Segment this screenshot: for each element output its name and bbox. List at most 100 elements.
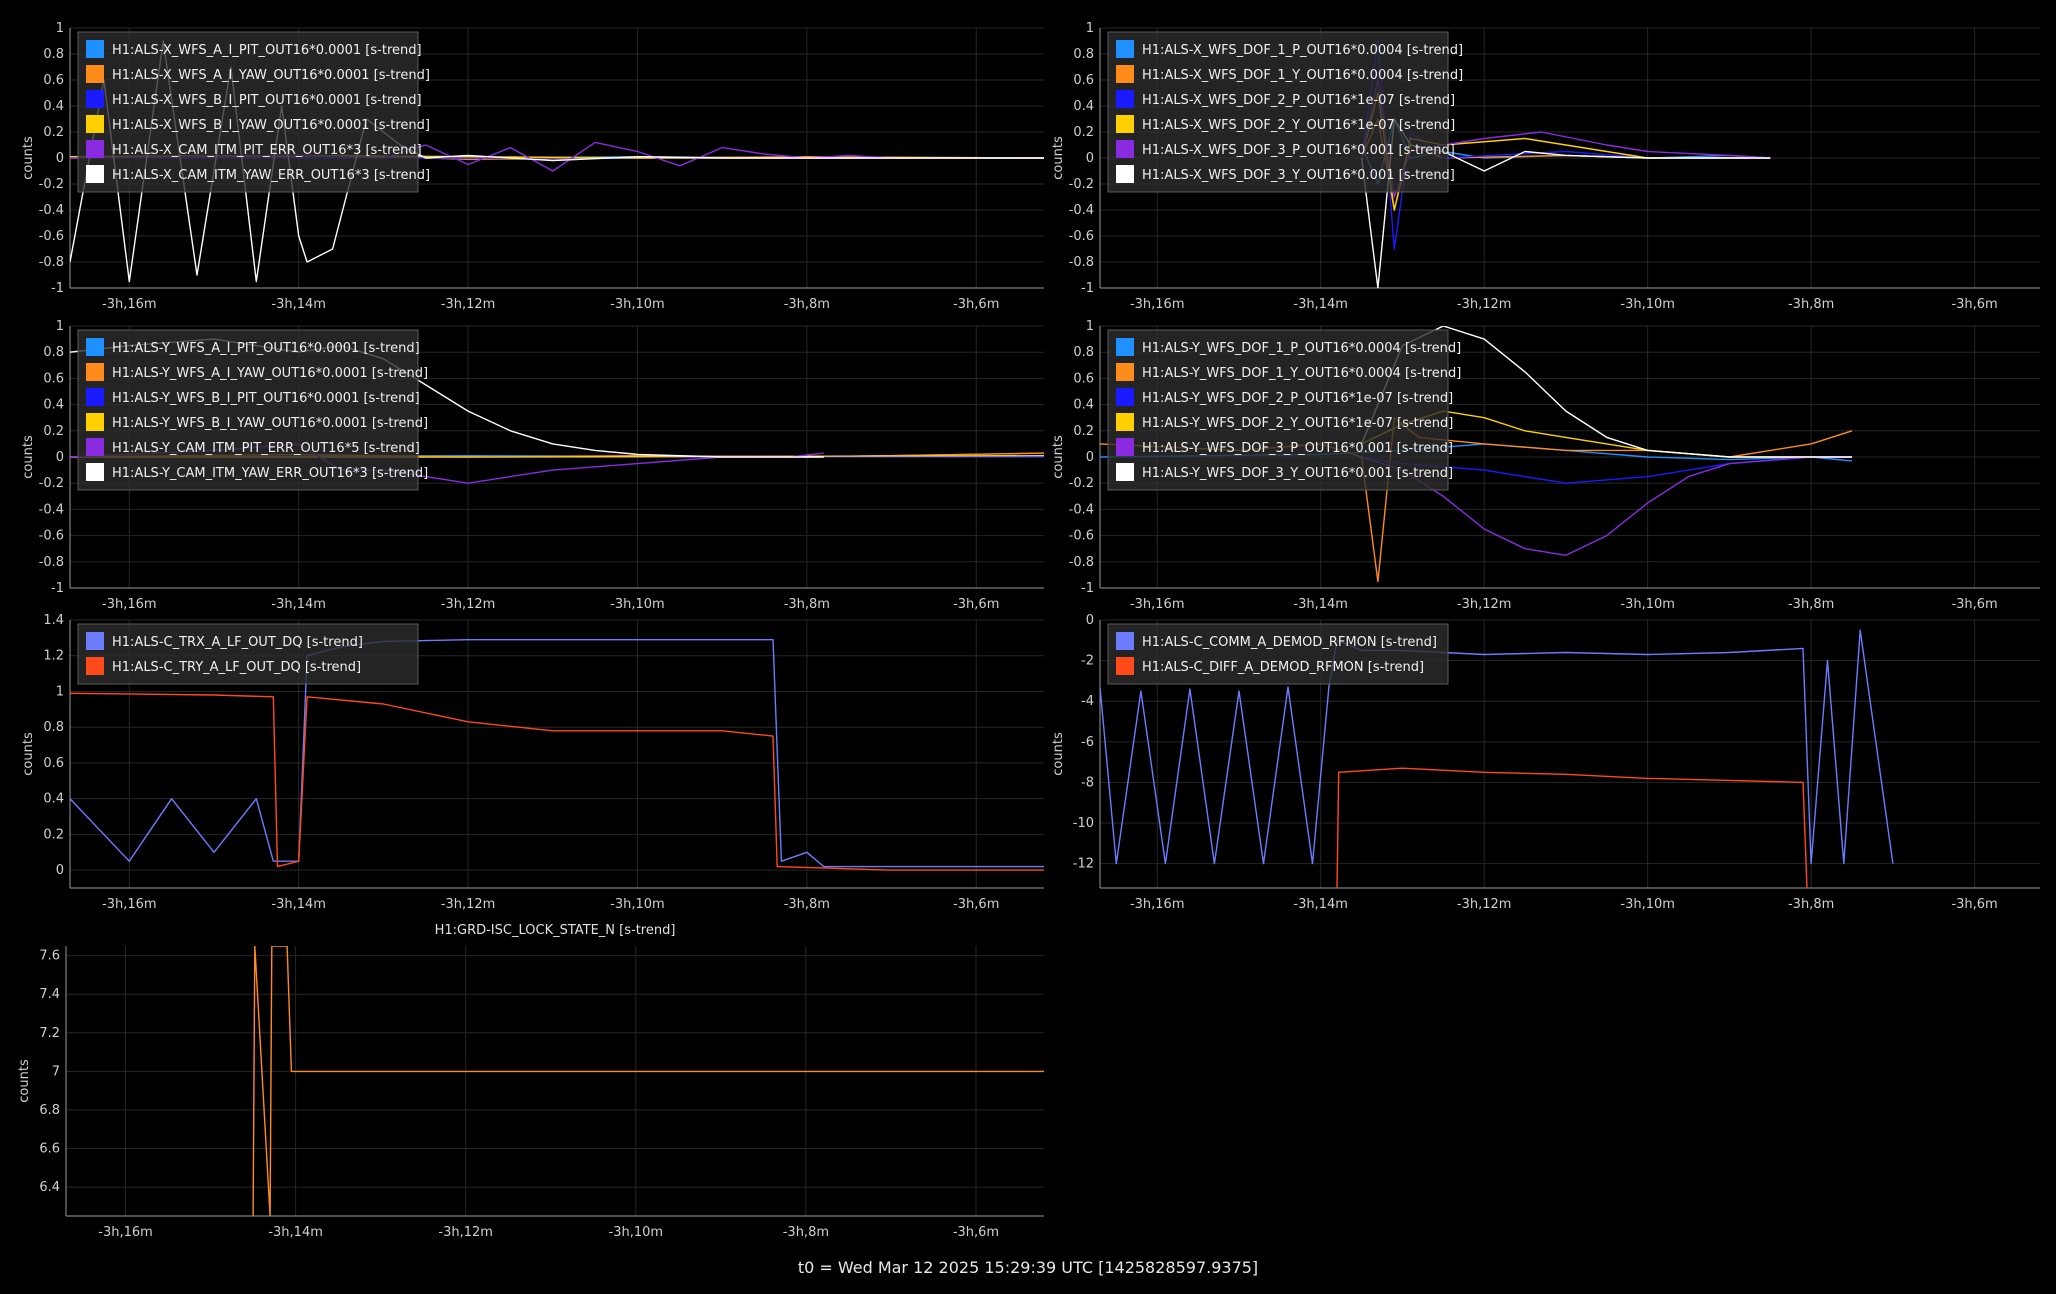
y-tick-label: 0 xyxy=(56,450,64,465)
legend-swatch xyxy=(86,363,104,381)
ndscope-plots: -3h,16m -3h,14m -3h,12m -3h,10m -3h,8m -3h,6m… xyxy=(17,21,2040,1240)
y-tick-label: -0.6 xyxy=(39,229,64,244)
legend-swatch xyxy=(1116,363,1134,381)
x-tick-label: -3h,6m xyxy=(1951,897,1997,912)
legend-swatch xyxy=(86,413,104,431)
x-tick-label: -3h,6m xyxy=(1951,597,1997,612)
x-tick-label: -3h,8m xyxy=(1788,297,1834,312)
plot-p1: -3h,16m -3h,14m -3h,12m -3h,10m -3h,8m -3h,6m… xyxy=(21,21,1044,312)
x-tick-label: -3h,16m xyxy=(98,1225,153,1240)
y-tick-label: -0.6 xyxy=(1069,529,1094,544)
y-tick-label: 0.4 xyxy=(1073,99,1094,114)
legend-swatch xyxy=(1116,438,1134,456)
y-tick-label: 0.2 xyxy=(1073,125,1094,140)
y-tick-label: -12 xyxy=(1073,857,1094,872)
y-tick-label: 0 xyxy=(1086,151,1094,166)
y-tick-label: 7 xyxy=(52,1064,60,1079)
x-tick-label: -3h,8m xyxy=(784,897,830,912)
y-tick-label: -2 xyxy=(1081,654,1094,669)
legend-label: H1:ALS-Y_WFS_A_I_PIT_OUT16*0.0001 [s-tre… xyxy=(112,341,420,356)
y-tick-label: -1 xyxy=(51,581,64,596)
legend: H1:ALS-X_WFS_DOF_1_P_OUT16*0.0004 [s-tre… xyxy=(1107,31,1463,193)
legend-swatch xyxy=(1116,165,1134,183)
y-tick-label: 0.8 xyxy=(1073,47,1094,62)
y-tick-label: 0.6 xyxy=(1073,371,1094,386)
y-tick-label: -0.4 xyxy=(1069,502,1094,517)
t0-timestamp: t0 = Wed Mar 12 2025 15:29:39 UTC [14258… xyxy=(797,1258,1259,1277)
y-tick-label: -0.8 xyxy=(39,255,64,270)
y-tick-label: 0.4 xyxy=(43,398,64,413)
legend-label: H1:ALS-X_WFS_DOF_3_Y_OUT16*0.001 [s-tren… xyxy=(1142,168,1455,183)
y-tick-label: -6 xyxy=(1081,735,1094,750)
legend-label: H1:ALS-Y_CAM_ITM_YAW_ERR_OUT16*3 [s-tren… xyxy=(112,466,428,481)
x-tick-label: -3h,10m xyxy=(610,897,665,912)
x-tick-label: -3h,6m xyxy=(953,297,999,312)
y-axis-label: counts xyxy=(1051,732,1066,776)
legend-box xyxy=(1107,623,1449,685)
y-axis-label: counts xyxy=(21,732,36,776)
legend-label: H1:ALS-C_COMM_A_DEMOD_RFMON [s-trend] xyxy=(1142,635,1437,650)
plot-p5: -3h,16m -3h,14m -3h,12m -3h,10m -3h,8m -3h,6m… xyxy=(21,613,1044,912)
legend-box xyxy=(77,623,419,685)
legend-label: H1:ALS-X_CAM_ITM_YAW_ERR_OUT16*3 [s-tren… xyxy=(112,168,430,183)
x-tick-label: -3h,12m xyxy=(1457,297,1512,312)
legend-swatch xyxy=(86,632,104,650)
y-tick-label: -0.4 xyxy=(39,203,64,218)
x-tick-label: -3h,6m xyxy=(953,1225,999,1240)
legend-label: H1:ALS-C_TRY_A_LF_OUT_DQ [s-trend] xyxy=(112,660,361,675)
x-tick-label: -3h,16m xyxy=(102,597,157,612)
x-tick-label: -3h,16m xyxy=(1130,597,1185,612)
x-tick-label: -3h,10m xyxy=(1620,297,1675,312)
legend-swatch xyxy=(86,165,104,183)
x-tick-label: -3h,8m xyxy=(783,1225,829,1240)
y-tick-label: 7.2 xyxy=(39,1026,60,1041)
legend-label: H1:ALS-X_WFS_DOF_1_P_OUT16*0.0004 [s-tre… xyxy=(1142,43,1463,58)
legend-swatch xyxy=(86,388,104,406)
plot-p3: -3h,16m -3h,14m -3h,12m -3h,10m -3h,8m -3h,6m… xyxy=(21,319,1044,612)
legend-label: H1:ALS-Y_WFS_DOF_3_P_OUT16*0.001 [s-tren… xyxy=(1142,441,1453,456)
x-tick-label: -3h,6m xyxy=(953,897,999,912)
legend-swatch xyxy=(1116,463,1134,481)
x-tick-label: -3h,12m xyxy=(441,297,496,312)
legend-label: H1:ALS-Y_WFS_DOF_3_Y_OUT16*0.001 [s-tren… xyxy=(1142,466,1453,481)
x-tick-label: -3h,8m xyxy=(784,597,830,612)
y-tick-label: -0.8 xyxy=(39,555,64,570)
y-axis-label: counts xyxy=(17,1059,32,1103)
x-tick-label: -3h,12m xyxy=(438,1225,493,1240)
legend-label: H1:ALS-Y_WFS_DOF_2_Y_OUT16*1e-07 [s-tren… xyxy=(1142,416,1453,431)
y-tick-label: -4 xyxy=(1081,694,1094,709)
y-tick-label: -0.6 xyxy=(1069,229,1094,244)
legend-swatch xyxy=(86,657,104,675)
legend-label: H1:ALS-X_WFS_B_I_PIT_OUT16*0.0001 [s-tre… xyxy=(112,93,422,108)
x-tick-label: -3h,10m xyxy=(609,1225,664,1240)
series-line xyxy=(252,946,1044,1216)
y-tick-label: -1 xyxy=(51,281,64,296)
y-tick-label: 0 xyxy=(56,863,64,878)
series-group xyxy=(252,946,1044,1216)
legend-label: H1:ALS-Y_WFS_DOF_2_P_OUT16*1e-07 [s-tren… xyxy=(1142,391,1453,406)
y-tick-label: 6.8 xyxy=(39,1103,60,1118)
legend-swatch xyxy=(86,90,104,108)
legend-swatch xyxy=(1116,388,1134,406)
y-tick-label: 0.8 xyxy=(43,720,64,735)
y-tick-label: 1 xyxy=(56,21,64,36)
legend-swatch xyxy=(1116,115,1134,133)
legend-swatch xyxy=(1116,657,1134,675)
legend-label: H1:ALS-C_TRX_A_LF_OUT_DQ [s-trend] xyxy=(112,635,363,650)
y-tick-label: 0.4 xyxy=(43,99,64,114)
y-tick-label: 0.2 xyxy=(43,125,64,140)
y-tick-label: 1.2 xyxy=(43,649,64,664)
y-tick-label: 0.2 xyxy=(43,827,64,842)
legend-swatch xyxy=(86,115,104,133)
x-tick-label: -3h,16m xyxy=(1130,297,1185,312)
y-tick-label: 0.2 xyxy=(43,424,64,439)
y-tick-label: -0.2 xyxy=(1069,476,1094,491)
y-tick-label: -0.2 xyxy=(1069,177,1094,192)
y-tick-label: 0.6 xyxy=(1073,73,1094,88)
x-tick-label: -3h,14m xyxy=(271,597,326,612)
legend-swatch xyxy=(86,338,104,356)
legend: H1:ALS-C_COMM_A_DEMOD_RFMON [s-trend] H1:… xyxy=(1107,623,1449,685)
legend-label: H1:ALS-X_WFS_DOF_2_Y_OUT16*1e-07 [s-tren… xyxy=(1142,118,1455,133)
x-tick-label: -3h,14m xyxy=(1293,597,1348,612)
x-tick-label: -3h,12m xyxy=(1457,897,1512,912)
